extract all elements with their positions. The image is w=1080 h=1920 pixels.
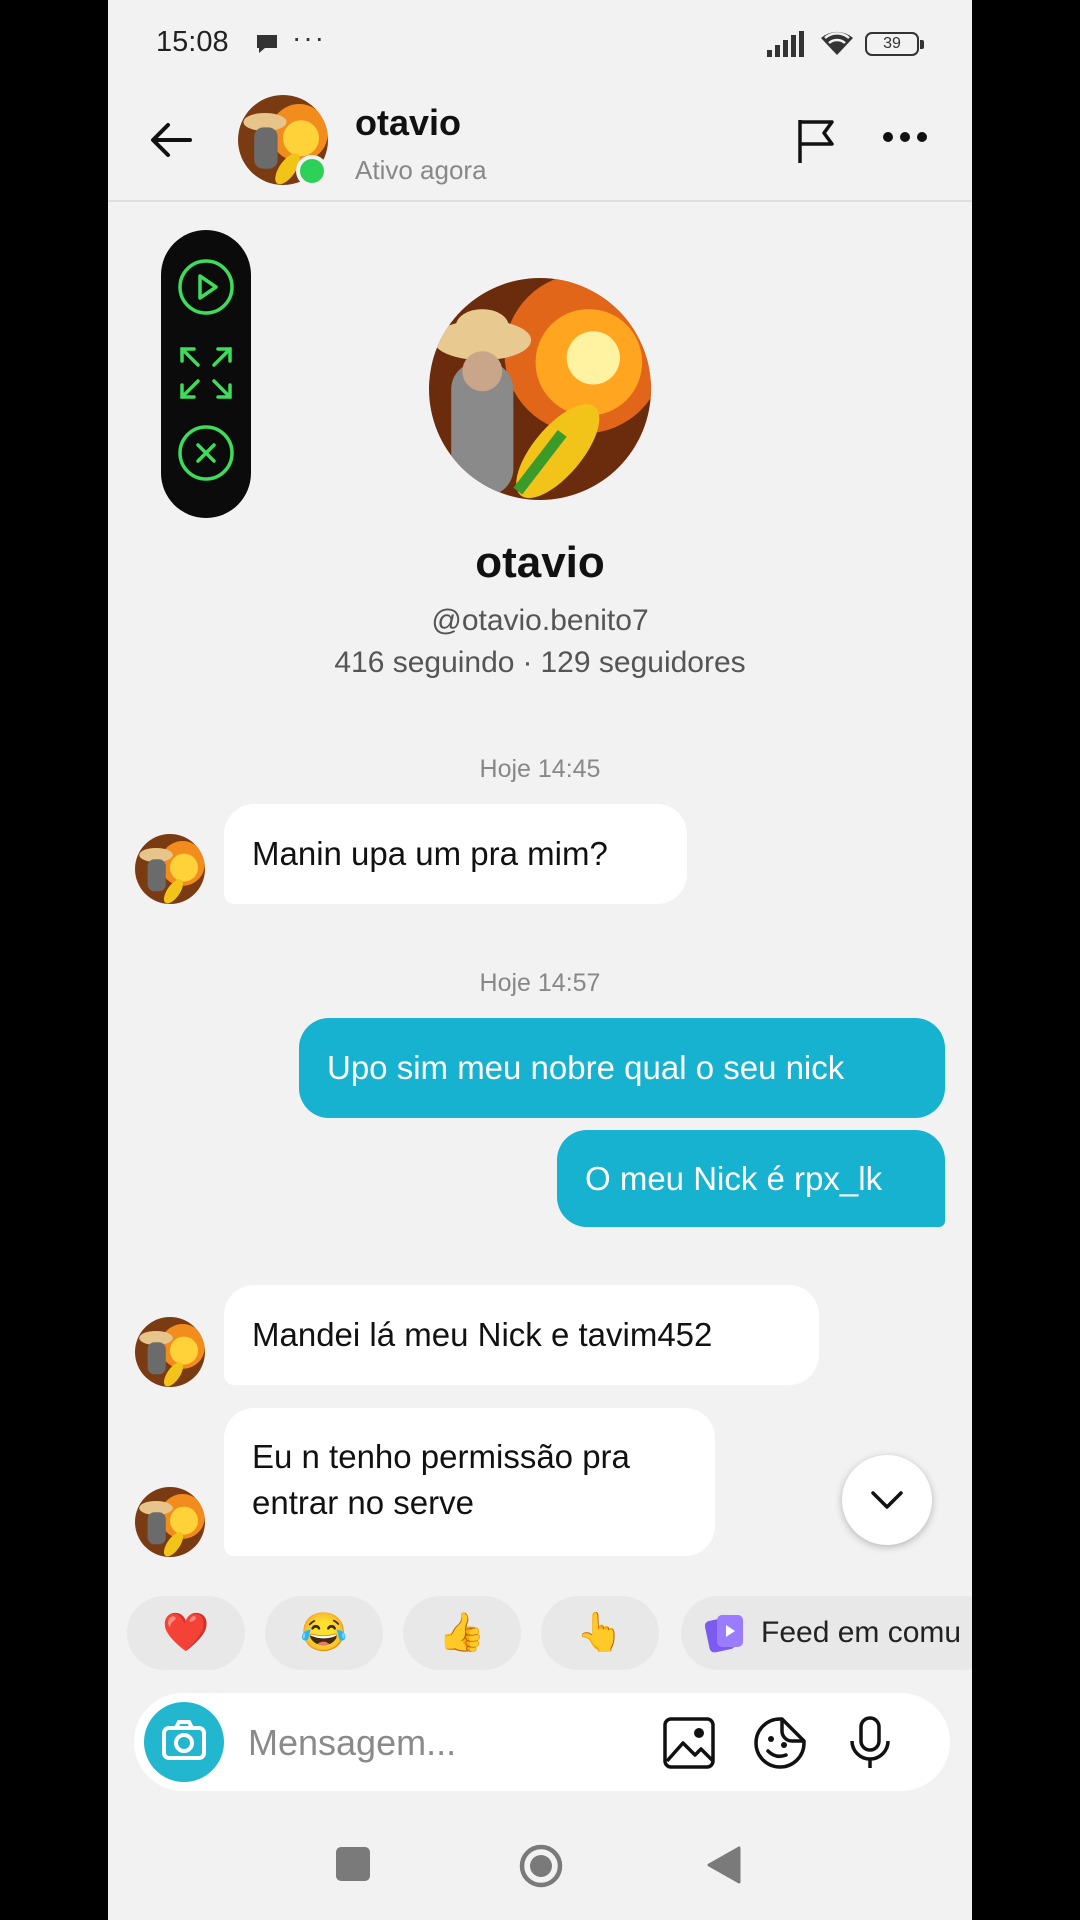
microphone-icon[interactable] [842, 1715, 898, 1771]
camera-icon [162, 1720, 206, 1760]
more-options-icon[interactable] [882, 130, 928, 144]
feed-chip-label: Feed em comu [761, 1616, 962, 1649]
battery-tip [920, 40, 924, 49]
sender-avatar[interactable] [135, 1317, 205, 1387]
reaction-point-up[interactable]: 👆 [541, 1596, 659, 1670]
close-icon[interactable] [176, 423, 236, 483]
profile-name: otavio [475, 538, 605, 587]
floating-controls [161, 230, 251, 518]
following-count[interactable]: 416 seguindo [334, 646, 514, 679]
nav-recents-button[interactable] [336, 1847, 370, 1881]
chat-screen: 15:08 ··· 39 otavio Ativo agora otavio @… [108, 0, 972, 1920]
status-time: 15:08 [156, 26, 229, 58]
profile-avatar[interactable] [429, 278, 651, 500]
sender-avatar-image [135, 1317, 205, 1387]
outgoing-message[interactable]: O meu Nick é rpx_lk [557, 1130, 945, 1227]
sender-avatar[interactable] [135, 834, 205, 904]
profile-stats: 416 seguindo · 129 seguidores [108, 646, 972, 680]
profile-avatar-image [429, 278, 651, 500]
message-timestamp: Hoje 14:57 [479, 969, 601, 997]
camera-button[interactable] [144, 1702, 224, 1782]
message-line: Eu n tenho permissão pra [252, 1438, 630, 1475]
sender-avatar-image [135, 834, 205, 904]
message-timestamp: Hoje 14:45 [479, 755, 601, 783]
header-divider [108, 200, 972, 202]
back-arrow-icon[interactable] [146, 115, 196, 165]
followers-count[interactable]: 129 seguidores [541, 646, 746, 679]
incoming-message[interactable]: Manin upa um pra mim? [224, 804, 687, 904]
profile-handle: @otavio.benito7 [431, 604, 649, 637]
flag-icon[interactable] [792, 116, 842, 166]
scroll-to-bottom-button[interactable] [842, 1455, 932, 1545]
stats-separator: · [522, 646, 533, 679]
incoming-message[interactable]: Eu n tenho permissão pra entrar no serve [224, 1408, 715, 1556]
battery-indicator: 39 [865, 32, 919, 56]
header-username[interactable]: otavio [355, 102, 461, 144]
chat-bubble-icon [257, 35, 277, 53]
nav-back-icon[interactable] [706, 1845, 742, 1885]
reaction-thumbs-up[interactable]: 👍 [403, 1596, 521, 1670]
incoming-message[interactable]: Mandei lá meu Nick e tavim452 [224, 1285, 819, 1385]
status-more-dots: ··· [292, 22, 326, 53]
online-status-dot [296, 155, 328, 187]
sender-avatar[interactable] [135, 1487, 205, 1557]
play-icon[interactable] [176, 257, 236, 317]
sender-avatar-image [135, 1487, 205, 1557]
sticker-icon[interactable] [752, 1715, 808, 1771]
message-input[interactable] [246, 1713, 580, 1773]
wifi-icon [821, 31, 853, 55]
reaction-laugh[interactable]: 😂 [265, 1596, 383, 1670]
header-active-status: Ativo agora [355, 155, 487, 185]
signal-icon [767, 31, 804, 57]
feed-icon [705, 1615, 743, 1653]
gallery-icon[interactable] [661, 1715, 717, 1771]
message-line: entrar no serve [252, 1484, 474, 1521]
expand-icon[interactable] [176, 343, 236, 403]
feed-shortcut-chip[interactable]: Feed em comu [681, 1596, 972, 1670]
chevron-down-icon [871, 1491, 903, 1509]
nav-home-icon[interactable] [518, 1843, 564, 1889]
outgoing-message[interactable]: Upo sim meu nobre qual o seu nick [299, 1018, 945, 1118]
reaction-heart[interactable]: ❤️ [127, 1596, 245, 1670]
message-composer [134, 1693, 950, 1791]
